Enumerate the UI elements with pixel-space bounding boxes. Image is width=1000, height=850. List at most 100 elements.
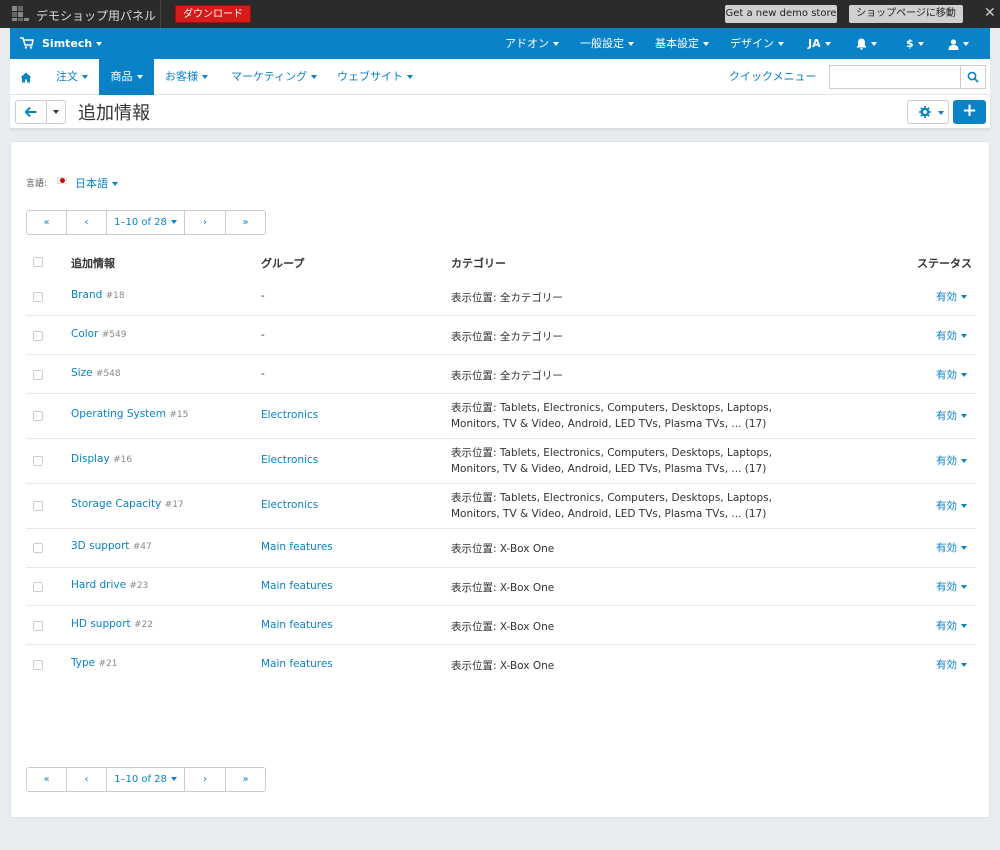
currency-menu[interactable]: $ (906, 28, 924, 59)
nav-website[interactable]: ウェブサイト (337, 59, 413, 95)
general-settings-menu[interactable]: 一般設定 (580, 28, 634, 59)
row-checkbox[interactable] (33, 621, 43, 631)
prev-page-button[interactable]: ‹ (67, 211, 107, 234)
table-row-group: - (261, 368, 265, 380)
status-dropdown[interactable]: 有効 (936, 498, 967, 513)
status-dropdown[interactable]: 有効 (936, 289, 967, 304)
status-dropdown[interactable]: 有効 (936, 408, 967, 423)
nav-customers[interactable]: お客様 (165, 59, 208, 95)
table-row-group[interactable]: Electronics (261, 454, 318, 466)
admin-top-bar: Simtech アドオン 一般設定 基本設定 デザイン JA $ (10, 28, 990, 59)
user-menu[interactable] (948, 28, 969, 59)
next-page-button[interactable]: › (185, 768, 226, 791)
select-all-checkbox[interactable] (33, 257, 43, 267)
addons-menu[interactable]: アドオン (505, 28, 559, 59)
nav-products[interactable]: 商品 (99, 59, 154, 95)
home-link[interactable] (20, 59, 40, 95)
caret-down-icon (778, 42, 784, 46)
caret-down-icon (938, 111, 944, 115)
caret-down-icon (628, 42, 634, 46)
table-row-name[interactable]: Size #548 (71, 367, 121, 379)
status-dropdown[interactable]: 有効 (936, 453, 967, 468)
table-row-group[interactable]: Main features (261, 658, 333, 670)
first-page-button[interactable]: « (27, 768, 67, 791)
status-dropdown[interactable]: 有効 (936, 328, 967, 343)
store-selector[interactable]: Simtech (42, 28, 103, 59)
first-page-button[interactable]: « (27, 211, 67, 234)
prev-page-button[interactable]: ‹ (67, 768, 107, 791)
search-button[interactable] (960, 65, 986, 89)
row-checkbox[interactable] (33, 370, 43, 380)
language-selector[interactable]: 日本語 (75, 175, 118, 191)
column-header-group[interactable]: グループ (261, 255, 304, 271)
table-row-name[interactable]: Hard drive #23 (71, 579, 148, 591)
back-button[interactable] (15, 100, 47, 124)
column-header-category[interactable]: カテゴリー (451, 255, 506, 271)
table-row-name[interactable]: HD support #22 (71, 618, 153, 630)
row-checkbox[interactable] (33, 543, 43, 553)
table-row-group[interactable]: Main features (261, 541, 333, 553)
status-dropdown[interactable]: 有効 (936, 657, 967, 672)
close-icon[interactable]: ✕ (984, 5, 996, 21)
row-checkbox[interactable] (33, 501, 43, 511)
nav-marketing[interactable]: マーケティング (231, 59, 318, 95)
go-to-shop-button[interactable]: ショップページに移動 (849, 5, 963, 23)
last-page-button[interactable]: » (226, 768, 265, 791)
table-row-category: 表示位置: 全カテゴリー (451, 292, 563, 304)
table-row-group[interactable]: Electronics (261, 499, 318, 511)
row-checkbox[interactable] (33, 411, 43, 421)
history-dropdown[interactable] (46, 100, 66, 124)
status-dropdown[interactable]: 有効 (936, 579, 967, 594)
search-icon (967, 71, 979, 83)
table-row-group[interactable]: Main features (261, 619, 333, 631)
next-page-button[interactable]: › (185, 211, 226, 234)
status-dropdown[interactable]: 有効 (936, 618, 967, 633)
content-panel: 言語: 日本語 « ‹ 1–10 of 28 › » 追加情報 グループ カテゴ… (10, 141, 990, 818)
table-row-group[interactable]: Electronics (261, 409, 318, 421)
caret-down-icon (917, 42, 924, 46)
table-row-name[interactable]: Storage Capacity #17 (71, 498, 184, 510)
main-nav: 注文 商品 お客様 マーケティング ウェブサイト クイックメニュー (10, 59, 990, 95)
quick-menu-link[interactable]: クイックメニュー (729, 59, 817, 95)
row-divider (26, 644, 976, 645)
caret-down-icon (963, 42, 969, 46)
nav-orders[interactable]: 注文 (56, 59, 88, 95)
language-menu[interactable]: JA (808, 28, 831, 59)
basic-settings-menu[interactable]: 基本設定 (655, 28, 709, 59)
japan-flag-icon (57, 177, 67, 184)
column-header-name[interactable]: 追加情報 (71, 255, 115, 271)
table-row-group[interactable]: Main features (261, 580, 333, 592)
caret-down-icon (82, 75, 88, 79)
download-button[interactable]: ダウンロード (175, 5, 251, 23)
page-range-dropdown[interactable]: 1–10 of 28 (107, 211, 185, 234)
row-divider (26, 354, 976, 355)
table-row-category: 表示位置: X-Box One (451, 543, 555, 555)
table-row-name[interactable]: 3D support #47 (71, 540, 152, 552)
row-checkbox[interactable] (33, 456, 43, 466)
row-checkbox[interactable] (33, 582, 43, 592)
notifications-menu[interactable] (856, 28, 877, 59)
row-checkbox[interactable] (33, 331, 43, 341)
search-input[interactable] (829, 65, 961, 89)
table-row-name[interactable]: Display #16 (71, 453, 132, 465)
table-row-name[interactable]: Type #21 (71, 657, 117, 669)
design-menu[interactable]: デザイン (730, 28, 784, 59)
settings-dropdown-button[interactable] (907, 100, 949, 124)
caret-down-icon (53, 110, 59, 114)
caret-down-icon (170, 777, 177, 781)
last-page-button[interactable]: » (226, 211, 265, 234)
table-row-name[interactable]: Operating System #15 (71, 408, 188, 420)
status-dropdown[interactable]: 有効 (936, 540, 967, 555)
row-checkbox[interactable] (33, 660, 43, 670)
row-checkbox[interactable] (33, 292, 43, 302)
status-dropdown[interactable]: 有効 (936, 367, 967, 382)
column-header-status[interactable]: ステータス (917, 255, 972, 271)
page-range-dropdown[interactable]: 1–10 of 28 (107, 768, 185, 791)
caret-down-icon (96, 42, 103, 46)
table-row-name[interactable]: Color #549 (71, 328, 127, 340)
new-demo-store-button[interactable]: Get a new demo store (725, 5, 837, 23)
add-button[interactable]: + (953, 100, 986, 124)
row-divider (26, 315, 976, 316)
table-row-category: 表示位置: X-Box One (451, 582, 555, 594)
table-row-name[interactable]: Brand #18 (71, 289, 125, 301)
